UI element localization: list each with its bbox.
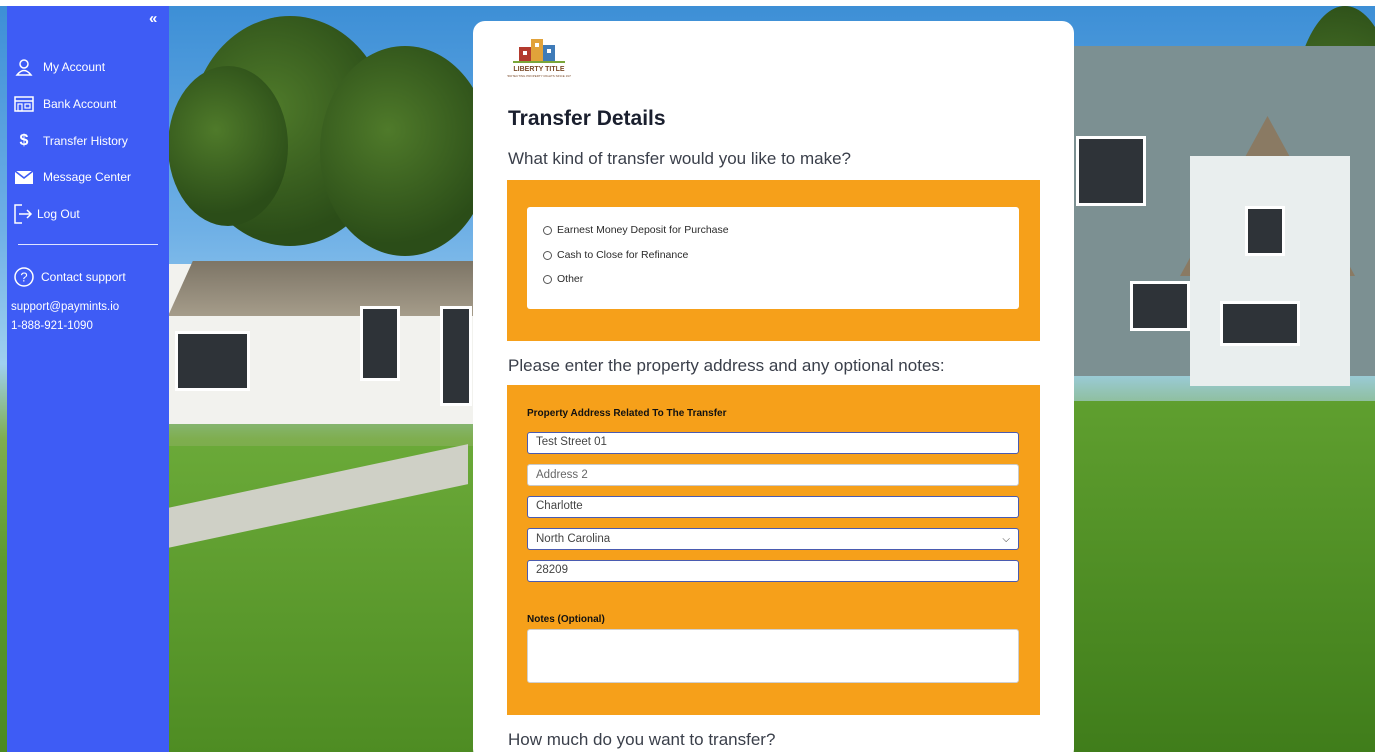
contact-support[interactable]: ? Contact support bbox=[13, 267, 126, 287]
transfer-amount-question: How much do you want to transfer? bbox=[508, 730, 776, 749]
notes-textarea[interactable] bbox=[527, 629, 1019, 683]
radio-earnest-money[interactable]: Earnest Money Deposit for Purchase bbox=[543, 224, 729, 236]
sidebar-item-label: Message Center bbox=[43, 170, 132, 184]
chevron-down-icon: ⌵ bbox=[1002, 533, 1010, 545]
transfer-type-question: What kind of transfer would you like to … bbox=[508, 149, 851, 168]
sidebar-item-label: Log Out bbox=[37, 207, 80, 221]
property-address-section: Property Address Related To The Transfer… bbox=[507, 385, 1040, 715]
transfer-type-section: Earnest Money Deposit for Purchase Cash … bbox=[507, 180, 1040, 341]
svg-text:LIBERTY TITLE: LIBERTY TITLE bbox=[513, 66, 565, 73]
dollar-icon: $ bbox=[19, 132, 29, 149]
sidebar: « My Account Bank Account $ Transfer His… bbox=[7, 6, 169, 752]
address-line-2-field[interactable] bbox=[527, 464, 1019, 486]
sidebar-item-log-out[interactable]: Log Out bbox=[13, 202, 80, 226]
support-phone: 1-888-921-1090 bbox=[11, 320, 93, 332]
support-email-link[interactable]: support@paymints.io bbox=[11, 301, 119, 313]
collapse-sidebar-icon[interactable]: « bbox=[149, 10, 157, 27]
user-icon bbox=[13, 57, 35, 77]
logout-icon bbox=[13, 204, 35, 224]
city-field[interactable]: Charlotte bbox=[527, 496, 1019, 518]
radio-button[interactable] bbox=[543, 250, 552, 260]
notes-label: Notes (Optional) bbox=[527, 614, 605, 625]
address-line-1-field[interactable]: Test Street 01 bbox=[527, 432, 1019, 454]
bank-icon bbox=[13, 94, 35, 114]
radio-other[interactable]: Other bbox=[543, 273, 583, 285]
contact-support-label: Contact support bbox=[41, 270, 126, 284]
radio-button[interactable] bbox=[543, 225, 552, 235]
page-title: Transfer Details bbox=[508, 107, 666, 130]
sidebar-item-label: My Account bbox=[43, 60, 106, 74]
sidebar-item-my-account[interactable]: My Account bbox=[13, 55, 105, 79]
state-select[interactable]: North Carolina ⌵ bbox=[527, 528, 1019, 550]
envelope-icon bbox=[13, 167, 35, 187]
svg-text:PROTECTING PROPERTY RIGHTS SIN: PROTECTING PROPERTY RIGHTS SINCE 1976 bbox=[507, 74, 571, 78]
question-circle-icon: ? bbox=[13, 267, 35, 287]
radio-button[interactable] bbox=[543, 274, 552, 284]
zip-field[interactable]: 28209 bbox=[527, 560, 1019, 582]
liberty-title-logo: LIBERTY TITLE PROTECTING PROPERTY RIGHTS… bbox=[506, 35, 573, 81]
sidebar-item-label: Bank Account bbox=[43, 97, 117, 111]
address-section-label: Property Address Related To The Transfer bbox=[527, 408, 727, 419]
state-select-value: North Carolina bbox=[536, 532, 611, 545]
transfer-type-options: Earnest Money Deposit for Purchase Cash … bbox=[527, 207, 1019, 309]
radio-label: Earnest Money Deposit for Purchase bbox=[557, 224, 729, 236]
sidebar-divider bbox=[18, 244, 158, 245]
sidebar-item-message-center[interactable]: Message Center bbox=[13, 165, 131, 189]
svg-text:?: ? bbox=[20, 270, 27, 285]
property-address-question: Please enter the property address and an… bbox=[508, 356, 945, 375]
sidebar-item-transfer-history[interactable]: $ Transfer History bbox=[13, 129, 128, 153]
radio-label: Cash to Close for Refinance bbox=[557, 249, 689, 261]
radio-cash-to-close[interactable]: Cash to Close for Refinance bbox=[543, 249, 688, 261]
radio-label: Other bbox=[557, 273, 584, 285]
transfer-details-card: LIBERTY TITLE PROTECTING PROPERTY RIGHTS… bbox=[473, 21, 1074, 752]
sidebar-item-bank-account[interactable]: Bank Account bbox=[13, 92, 116, 116]
sidebar-item-label: Transfer History bbox=[43, 134, 128, 148]
